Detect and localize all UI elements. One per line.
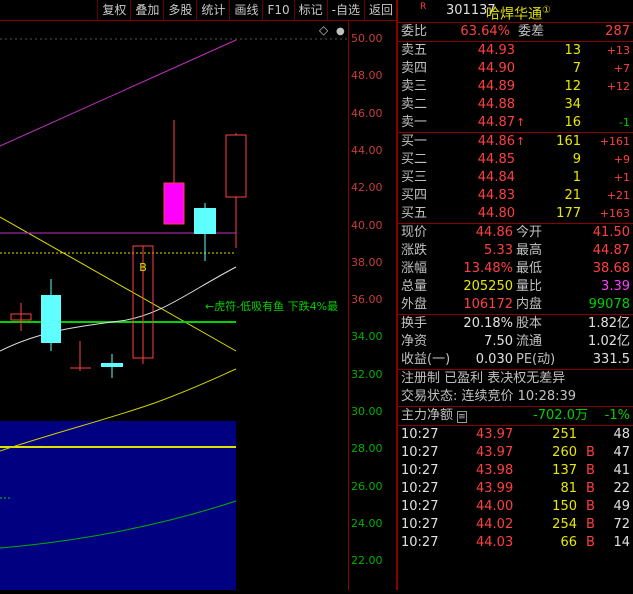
dot-icon[interactable]: ●	[336, 26, 345, 37]
sell-level[interactable]: 卖二 44.88 34	[398, 96, 633, 114]
axis-tick: 34.00	[351, 330, 383, 344]
axis-tick: 42.00	[351, 181, 383, 195]
main-flow[interactable]: 主力净额 ≡ -702.0万 -1%	[398, 407, 633, 426]
axis-tick: 26.00	[351, 479, 383, 493]
axis-tick: 48.00	[351, 69, 383, 83]
registration-badge: R	[420, 2, 427, 12]
toolbar-button-8[interactable]: 返回	[363, 0, 397, 20]
fund-row: 净资 7.50 流通 1.02亿	[401, 334, 630, 349]
tick-row: 10:27 43.97 260 B 47	[401, 445, 630, 460]
fund-row: 收益(一) 0.030 PE(动) 331.5	[401, 352, 630, 367]
ma5-line	[0, 266, 237, 352]
sell-level[interactable]: 卖四 44.90 7 +7	[398, 60, 633, 78]
candles	[10, 120, 247, 378]
sell-level[interactable]: 卖五 44.93 13 +13	[398, 42, 633, 60]
tick-list: 10:27 43.97 251 48 10:27 43.97 260 B 47 10:27…	[398, 426, 633, 552]
tick-row: 10:27 43.99 81 B 22	[401, 481, 630, 496]
buy-level[interactable]: 买二 44.85 9 +9	[398, 151, 633, 169]
toolbar-button-3[interactable]: 统计	[196, 0, 229, 20]
info-line-1: 注册制 已盈利 表决权无差异	[401, 371, 566, 386]
axis-tick: 32.00	[351, 367, 383, 381]
stat-row: 现价 44.86 今开 41.50	[401, 225, 630, 240]
list-icon: ≡	[457, 411, 467, 423]
tick-row: 10:27 44.03 66 B 14	[401, 535, 630, 550]
upper-trend-line[interactable]	[0, 39, 237, 147]
sell-orders: 卖五 44.93 13 +13 卖四 44.90 7 +7 卖三 44.89 12 …	[398, 42, 633, 133]
annotation-text: ←虎符-低吸有鱼 下跌4%最	[205, 299, 338, 313]
axis-tick: 38.00	[351, 255, 383, 269]
quote-panel: R 301137 哈焊华通① 委比 63.64% 委差 287 卖五 44.93…	[398, 0, 633, 590]
tick-row: 10:27 43.97 251 48	[401, 427, 630, 442]
axis-tick: 46.00	[351, 106, 383, 120]
sell-level[interactable]: 卖三 44.89 12 +12	[398, 78, 633, 96]
kline-chart[interactable]: B ←虎符-低吸有鱼 下跌4%最 ◇ ●	[0, 21, 348, 590]
kline-svg: B ←虎符-低吸有鱼 下跌4%最 ◇ ●	[0, 23, 348, 590]
sell-level[interactable]: 卖一 44.87 ↑ 16 -1	[398, 114, 633, 132]
axis-tick: 24.00	[351, 516, 383, 530]
toolbar-button-1[interactable]: 叠加	[130, 0, 163, 20]
stat-row: 外盘 106172 内盘 99078	[401, 297, 630, 312]
stock-header: R 301137 哈焊华通①	[398, 0, 633, 23]
bid-ask-ratio: 委比 63.64% 委差 287	[398, 23, 633, 42]
axis-tick: 44.00	[351, 143, 383, 157]
buy-orders: 买一 44.86 ↑ 161 +161 买二 44.85 9 +9 买三 44.84…	[398, 133, 633, 224]
axis-tick: 50.00	[351, 32, 383, 45]
price-stats: 现价 44.86 今开 41.50 涨跌 5.33 最高 44.87 涨幅 13.48% 最低…	[398, 224, 633, 315]
fundamentals: 换手 20.18% 股本 1.82亿 净资 7.50 流通 1.02亿 收益(一) 0.030…	[398, 315, 633, 370]
buy-level[interactable]: 买一 44.86 ↑ 161 +161	[398, 133, 633, 151]
axis-tick: 36.00	[351, 293, 383, 307]
tick-row: 10:27 43.98 137 B 41	[401, 463, 630, 478]
buy-marker: B	[139, 261, 147, 274]
fund-row: 换手 20.18% 股本 1.82亿	[401, 316, 630, 331]
toolbar-button-4[interactable]: 画线	[229, 0, 262, 20]
axis-tick: 22.00	[351, 554, 383, 568]
diamond-icon[interactable]: ◇	[319, 23, 329, 37]
tick-row: 10:27 44.02 254 B 72	[401, 517, 630, 532]
buy-level[interactable]: 买四 44.83 21 +21	[398, 187, 633, 205]
toolbar-button-7[interactable]: -自选	[326, 0, 364, 20]
stock-name[interactable]: 哈焊华通①	[486, 0, 551, 26]
toolbar: 复权 叠加 多股 统计 画线 F10 标记 -自选 返回	[0, 0, 397, 21]
lower-trend-line[interactable]	[0, 216, 237, 352]
toolbar-button-5[interactable]: F10	[262, 0, 293, 20]
stat-row: 涨跌 5.33 最高 44.87	[401, 243, 630, 258]
toolbar-button-6[interactable]: 标记	[293, 0, 327, 20]
price-axis: 50.00 48.00 46.00 44.00 42.00 40.00 38.00 36.00…	[348, 21, 397, 590]
buy-level[interactable]: 买五 44.80 177 +163	[398, 205, 633, 223]
trade-status: 交易状态: 连续竞价 10:28:39	[398, 388, 633, 407]
axis-tick: 28.00	[351, 442, 383, 456]
stat-row: 涨幅 13.48% 最低 38.68	[401, 261, 630, 276]
toolbar-button-0[interactable]: 复权	[97, 0, 130, 20]
tick-row: 10:27 44.00 150 B 49	[401, 499, 630, 514]
axis-tick: 40.00	[351, 218, 383, 232]
stat-row: 总量 205250 量比 3.39	[401, 279, 630, 294]
buy-level[interactable]: 买三 44.84 1 +1	[398, 169, 633, 187]
toolbar-button-2[interactable]: 多股	[163, 0, 196, 20]
axis-tick: 30.00	[351, 405, 383, 418]
